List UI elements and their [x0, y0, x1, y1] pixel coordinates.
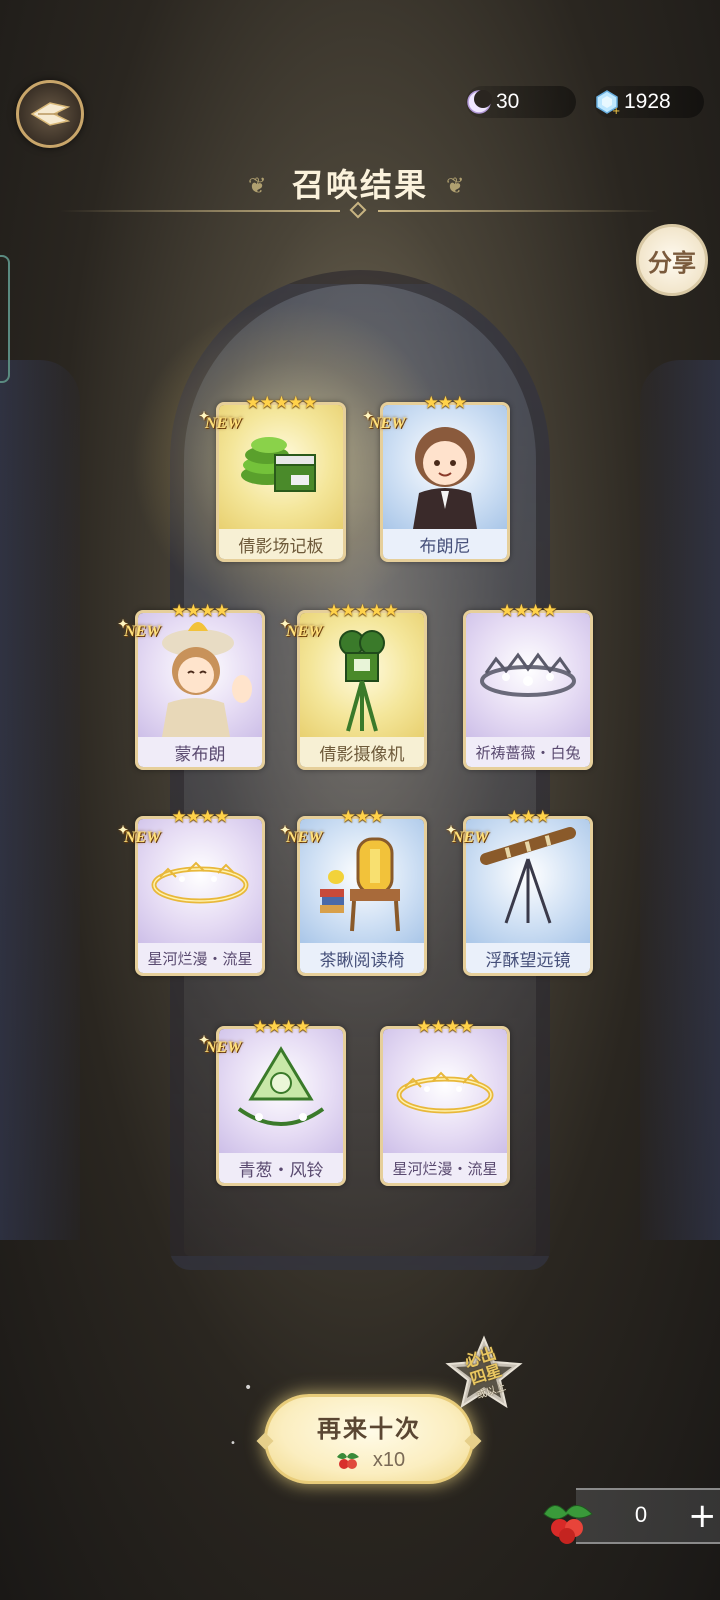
new-badge: NEW: [280, 617, 323, 641]
divider-left: [60, 210, 340, 212]
result-card[interactable]: ★★★★ 星河烂漫・流星: [380, 1017, 510, 1186]
result-card[interactable]: ★★★★ 祈祷蔷薇・白兔: [463, 601, 593, 770]
card-name: 蒙布朗: [138, 737, 262, 767]
crown-ring-icon: [383, 1029, 507, 1153]
rarity-stars: ★★★★★: [326, 601, 398, 621]
result-card[interactable]: ★★★ NEW 茶瞅阅读椅: [280, 807, 427, 976]
card-name: 祈祷蔷薇・白兔: [466, 737, 590, 767]
sparkle-decoration: •: [244, 1380, 253, 1396]
currency-gem: + 1928: [594, 86, 704, 118]
result-card[interactable]: ★★★ NEW 布朗尼: [363, 393, 510, 562]
holly-counter: 0 +: [576, 1488, 720, 1544]
new-badge: NEW: [363, 409, 406, 433]
holly-berry-icon: [543, 1505, 593, 1544]
rarity-stars: ★★★★: [499, 601, 558, 621]
moon-count: 30: [496, 90, 520, 113]
result-card[interactable]: ★★★★★NEW 倩影场记板: [199, 393, 346, 562]
new-badge: NEW: [118, 823, 161, 847]
rarity-stars: ★★★: [506, 807, 551, 827]
gem-count: 1928: [624, 90, 671, 113]
rarity-stars: ★★★★: [416, 1017, 475, 1037]
background-pillar-right: [640, 360, 720, 1240]
svg-text:+: +: [612, 106, 620, 115]
result-card[interactable]: ★★★★ NEW 青葱・风铃: [199, 1017, 346, 1186]
leaf-ornament-icon: ❦: [446, 174, 465, 199]
back-button[interactable]: [16, 80, 84, 148]
card-name: 茶瞅阅读椅: [300, 943, 424, 973]
rarity-stars: ★★★: [340, 807, 385, 827]
holly-count: 0: [634, 1502, 648, 1527]
rarity-stars: ★★★★: [171, 601, 230, 621]
card-name: 星河烂漫・流星: [383, 1153, 507, 1183]
rarity-stars: ★★★★★: [245, 393, 317, 413]
tiara-icon: [466, 613, 590, 737]
card-name: 倩影场记板: [219, 529, 343, 559]
summon-again-button[interactable]: 再来十次 x10: [256, 1394, 482, 1484]
result-card[interactable]: ★★★★ NEW 蒙布朗: [118, 601, 265, 770]
title-bar: ❦ 召唤结果 ❦: [0, 160, 720, 220]
page-title: 召唤结果: [291, 166, 428, 204]
background-pillar-left: [0, 360, 80, 1240]
holly-berry-icon: [336, 1453, 359, 1469]
summon-cost-value: x10: [372, 1448, 406, 1471]
result-card[interactable]: ★★★ NEW 浮酥望远镜: [446, 807, 593, 976]
moon-icon: [467, 90, 492, 114]
card-name: 星河烂漫・流星: [138, 943, 262, 973]
crystal-gem-icon: +: [596, 90, 620, 115]
new-badge: NEW: [199, 409, 242, 433]
rarity-stars: ★★★★: [171, 807, 230, 827]
card-name: 布朗尼: [383, 529, 507, 559]
card-name: 浮酥望远镜: [466, 943, 590, 973]
result-card[interactable]: ★★★★★NEW 倩影摄像机: [280, 601, 427, 770]
new-badge: NEW: [118, 617, 161, 641]
sparkle-decoration: •: [230, 1438, 236, 1449]
card-name: 倩影摄像机: [300, 737, 424, 767]
rarity-stars: ★★★★: [252, 1017, 311, 1037]
currency-moon: 30: [466, 86, 576, 118]
back-wing-icon: [30, 102, 71, 126]
new-badge: NEW: [446, 823, 489, 847]
new-badge: NEW: [280, 823, 323, 847]
share-button[interactable]: 分享: [636, 224, 708, 296]
side-drawer-handle[interactable]: [0, 255, 10, 383]
card-name: 青葱・风铃: [219, 1153, 343, 1183]
rarity-stars: ★★★: [423, 393, 468, 413]
divider-right: [378, 210, 658, 212]
new-badge: NEW: [199, 1033, 242, 1057]
result-card[interactable]: ★★★★ NEW 星河烂漫・流星: [118, 807, 265, 976]
summon-again-label: 再来十次: [317, 1415, 421, 1443]
summon-cost: x10: [267, 1447, 471, 1473]
guarantee-star-badge: 必出 四星 或以上: [444, 1334, 524, 1414]
add-holly-button[interactable]: +: [688, 1494, 717, 1538]
